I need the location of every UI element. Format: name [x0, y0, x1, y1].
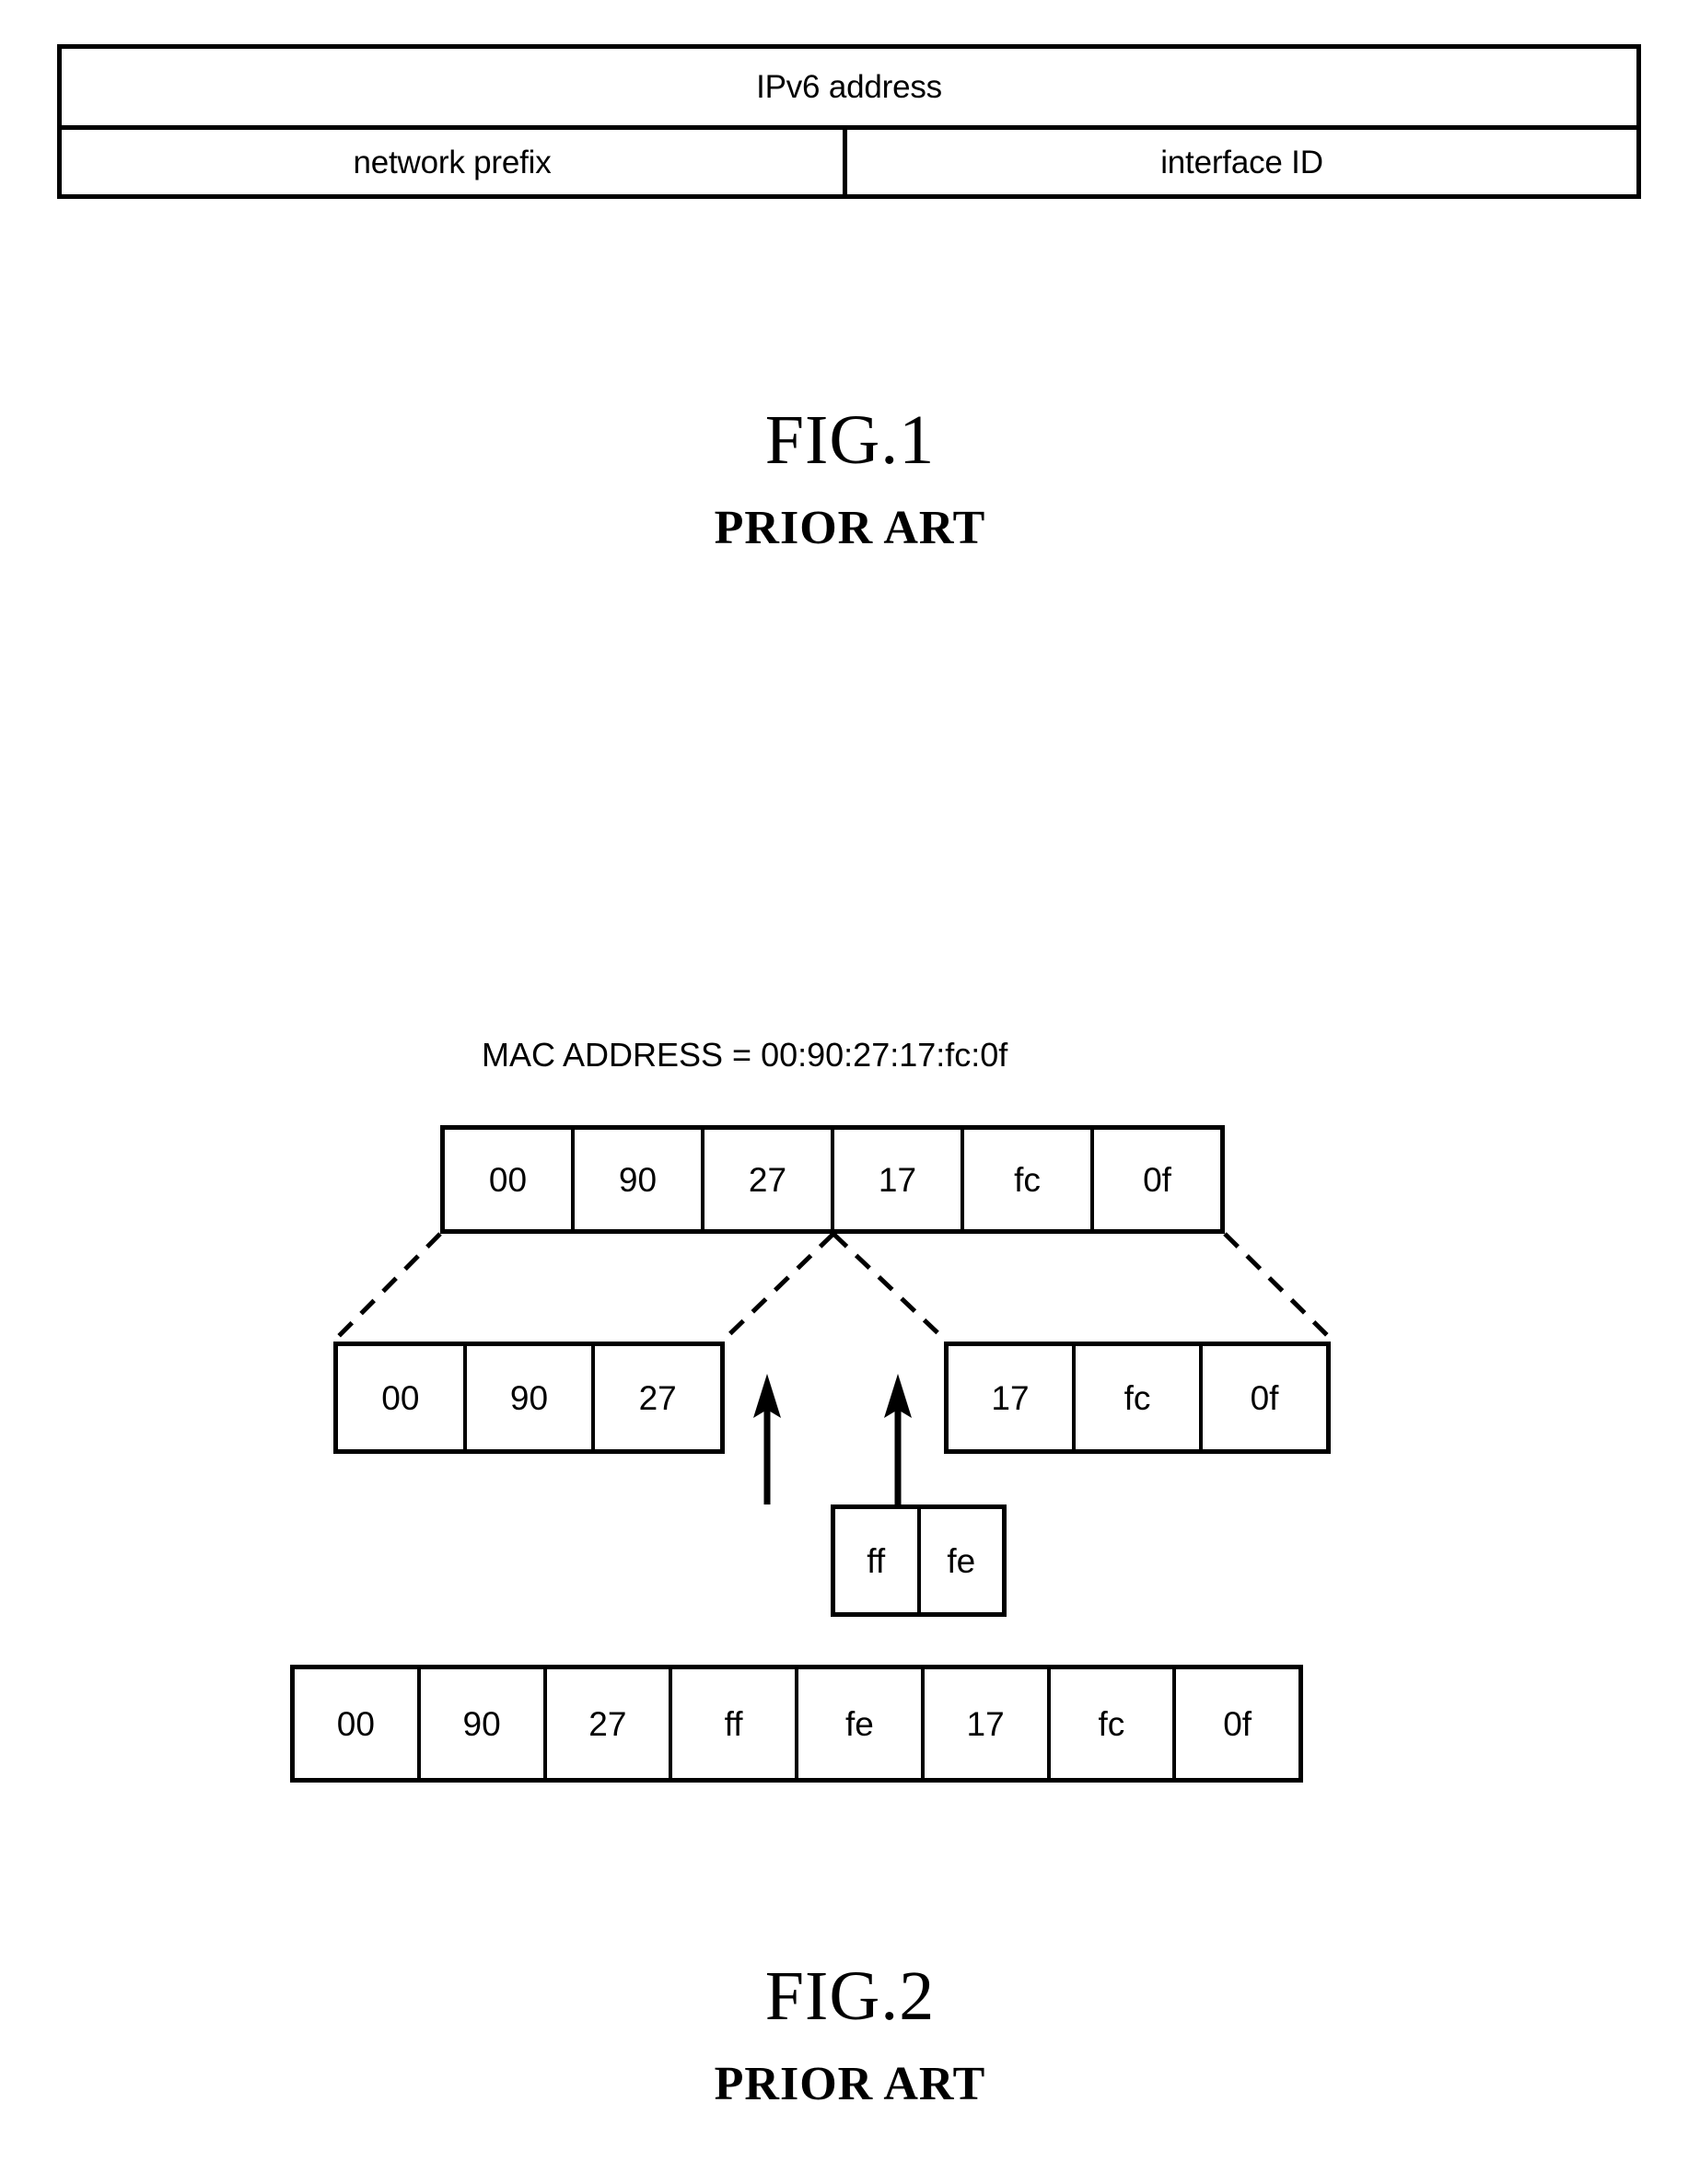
table-cell: 17: [925, 1669, 1051, 1778]
table-cell: 00: [445, 1130, 575, 1229]
table-cell: 0f: [1250, 1378, 1279, 1417]
table-cell: 27: [704, 1130, 834, 1229]
table-cell: ff: [835, 1509, 921, 1612]
oui-byte-row: 00 90 27: [333, 1342, 725, 1454]
mac-address-byte-row: 00 90 27 17 fc 0f: [440, 1125, 1225, 1234]
table-cell: 0f: [1143, 1160, 1171, 1199]
figure-2-number: FIG.2: [764, 1957, 936, 2035]
inserted-ff-fe-byte-row: ff fe: [831, 1504, 1007, 1617]
figure-2-diagram: MAC ADDRESS = 00:90:27:17:fc:0f 00 90 27…: [0, 0, 1700, 2184]
table-cell: fe: [947, 1541, 976, 1580]
table-cell: 90: [467, 1346, 596, 1449]
table-cell: fc: [1076, 1346, 1203, 1449]
table-cell: 27: [638, 1378, 677, 1417]
nic-byte-row: 17 fc 0f: [944, 1342, 1331, 1454]
table-cell: 27: [547, 1669, 673, 1778]
table-cell: 00: [295, 1669, 421, 1778]
table-cell: 0f: [1223, 1704, 1252, 1743]
table-cell: 17: [949, 1346, 1076, 1449]
dashed-connector-outer-right: [1223, 1232, 1333, 1342]
dashed-connector-outer-left: [333, 1232, 442, 1342]
patent-figure-page: IPv6 address network prefix interface ID…: [0, 0, 1700, 2184]
figure-2-caption: FIG.2 PRIOR ART: [0, 1961, 1700, 2108]
table-cell: 00: [338, 1346, 467, 1449]
table-cell: ff: [672, 1669, 798, 1778]
connector-lines: [333, 1232, 1333, 1504]
dashed-connector-inner-left: [722, 1232, 835, 1342]
table-cell: fc: [1051, 1669, 1177, 1778]
table-cell: fc: [964, 1130, 1094, 1229]
eui64-byte-row: 00 90 27 ff fe 17 fc 0f: [290, 1665, 1303, 1783]
table-cell: fe: [798, 1669, 925, 1778]
table-cell: 90: [575, 1130, 704, 1229]
table-cell: 17: [834, 1130, 964, 1229]
figure-2-prior-art-label: PRIOR ART: [714, 2058, 986, 2110]
dashed-connector-inner-right: [832, 1232, 947, 1342]
table-cell: 90: [421, 1669, 547, 1778]
